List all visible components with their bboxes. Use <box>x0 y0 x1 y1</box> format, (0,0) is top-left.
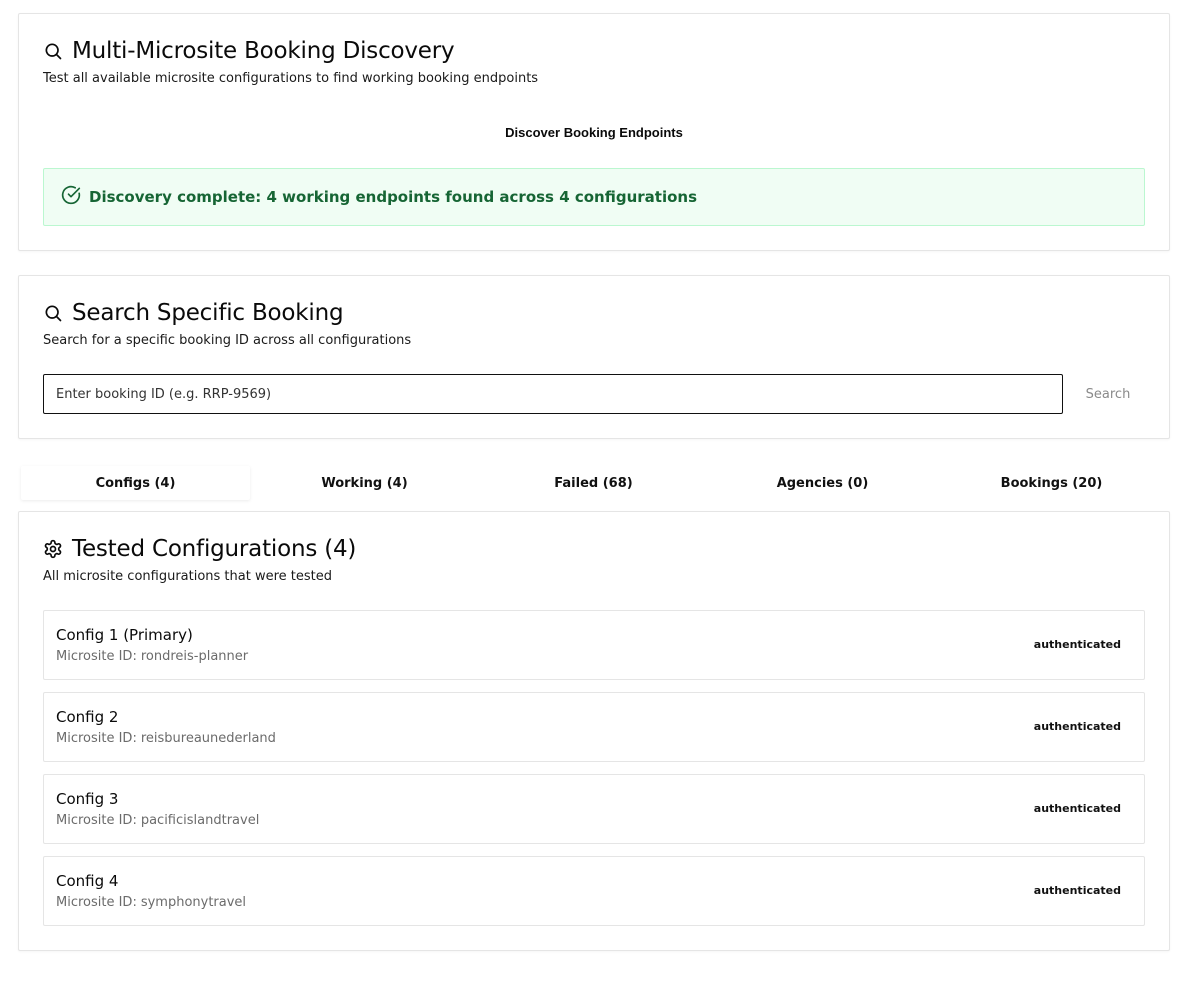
config-item[interactable]: Config 3 Microsite ID: pacificislandtrave… <box>43 774 1145 844</box>
config-microsite-id: Microsite ID: rondreis-planner <box>56 649 248 664</box>
status-badge: authenticated <box>1033 638 1121 651</box>
config-name: Config 2 <box>56 708 119 726</box>
config-name: Config 3 <box>56 790 119 808</box>
discovery-status-alert: Discovery complete: 4 working endpoints … <box>43 168 1145 226</box>
discovery-status-text: Discovery complete: 4 working endpoints … <box>89 188 698 206</box>
tab-bookings[interactable]: Bookings (20) <box>937 466 1166 500</box>
gear-icon <box>43 539 63 559</box>
tab-working[interactable]: Working (4) <box>250 466 479 500</box>
status-badge: authenticated <box>1033 884 1121 897</box>
search-description: Search for a specific booking ID across … <box>43 333 412 348</box>
microsite-id-value: pacificislandtravel <box>140 813 260 828</box>
configurations-card: Tested Configurations (4) All microsite … <box>18 511 1170 951</box>
discovery-title-text: Multi-Microsite Booking Discovery <box>72 38 455 64</box>
config-microsite-id: Microsite ID: reisbureaunederland <box>56 731 276 746</box>
microsite-id-label: Microsite ID: <box>56 649 137 664</box>
results-tabs: Configs (4) Working (4) Failed (68) Agen… <box>21 466 1166 500</box>
discovery-description: Test all available microsite configurati… <box>43 71 539 86</box>
booking-id-input[interactable] <box>43 374 1063 414</box>
microsite-id-value: symphonytravel <box>140 895 247 910</box>
check-circle-icon <box>61 185 81 209</box>
config-name: Config 4 <box>56 872 119 890</box>
microsite-id-label: Microsite ID: <box>56 731 137 746</box>
discover-endpoints-button[interactable]: Discover Booking Endpoints <box>43 114 1145 150</box>
tab-configs[interactable]: Configs (4) <box>21 466 250 500</box>
search-title-text: Search Specific Booking <box>72 300 344 326</box>
microsite-id-value: rondreis-planner <box>140 649 249 664</box>
config-item[interactable]: Config 2 Microsite ID: reisbureaunederlan… <box>43 692 1145 762</box>
configurations-description: All microsite configurations that were t… <box>43 569 333 584</box>
search-icon <box>43 303 63 323</box>
status-badge: authenticated <box>1033 802 1121 815</box>
config-item[interactable]: Config 4 Microsite ID: symphonytravel aut… <box>43 856 1145 926</box>
microsite-id-label: Microsite ID: <box>56 895 137 910</box>
status-badge: authenticated <box>1033 720 1121 733</box>
configurations-title-text: Tested Configurations (4) <box>72 536 357 562</box>
tab-failed[interactable]: Failed (68) <box>479 466 708 500</box>
configurations-title: Tested Configurations (4) <box>43 536 356 562</box>
search-card: Search Specific Booking Search for a spe… <box>18 275 1170 439</box>
microsite-id-label: Microsite ID: <box>56 813 137 828</box>
tab-agencies[interactable]: Agencies (0) <box>708 466 937 500</box>
discovery-title: Multi-Microsite Booking Discovery <box>43 38 455 64</box>
config-name: Config 1 (Primary) <box>56 626 193 644</box>
search-title: Search Specific Booking <box>43 300 344 326</box>
configurations-list: Config 1 (Primary) Microsite ID: rondreis… <box>43 610 1145 938</box>
config-item[interactable]: Config 1 (Primary) Microsite ID: rondreis… <box>43 610 1145 680</box>
search-button[interactable]: Search <box>1071 374 1145 414</box>
config-microsite-id: Microsite ID: pacificislandtravel <box>56 813 259 828</box>
discovery-card: Multi-Microsite Booking Discovery Test a… <box>18 13 1170 251</box>
search-icon <box>43 41 63 61</box>
microsite-id-value: reisbureaunederland <box>140 731 276 746</box>
config-microsite-id: Microsite ID: symphonytravel <box>56 895 246 910</box>
